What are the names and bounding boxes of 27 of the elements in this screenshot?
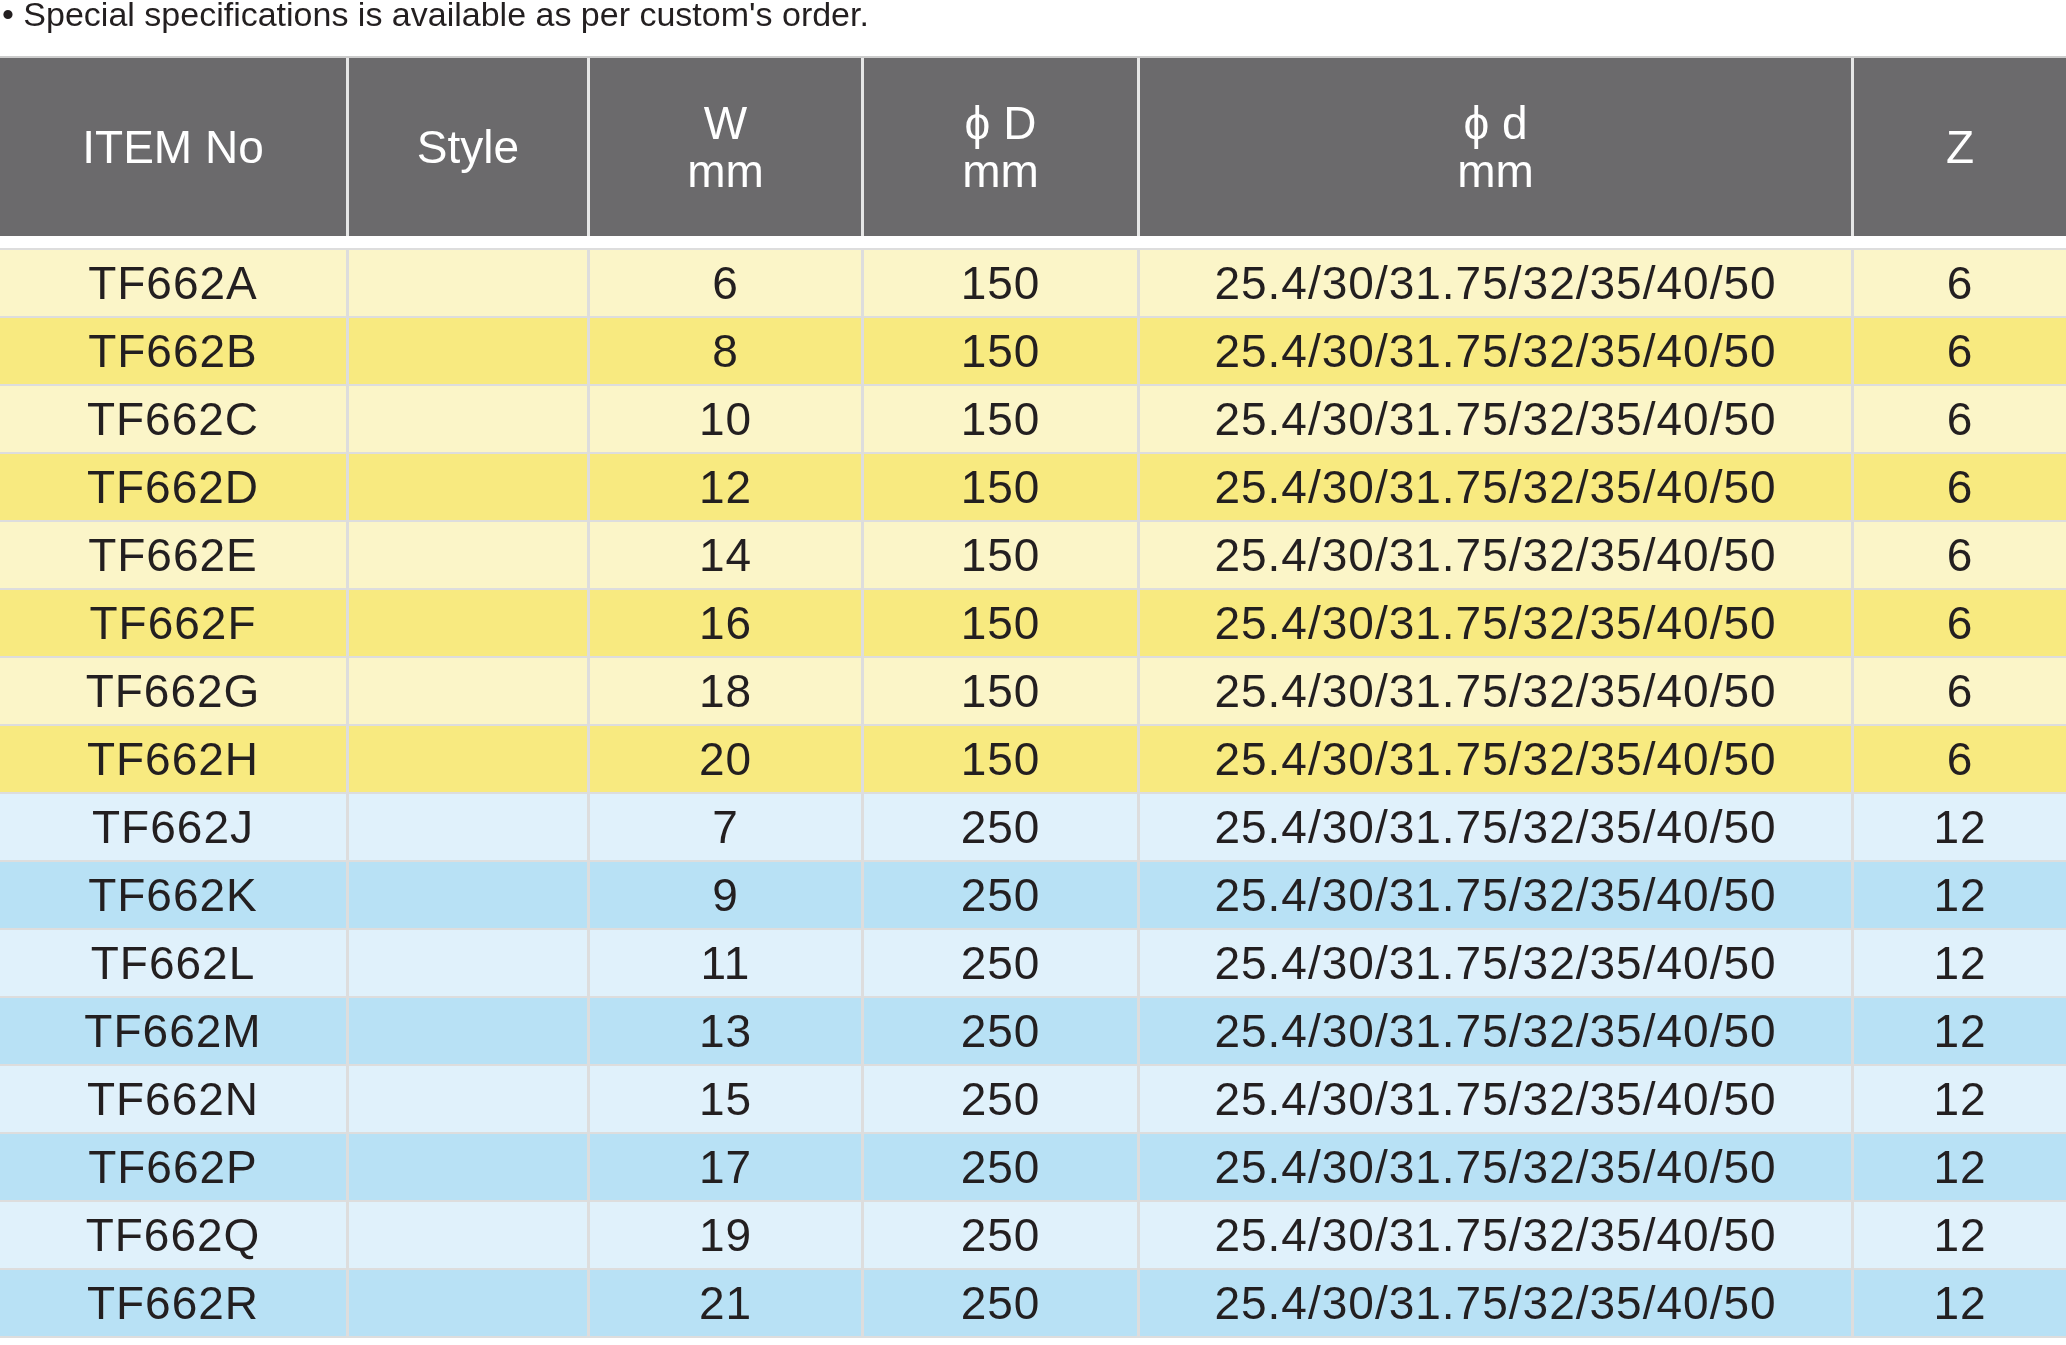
column-header: ϕ d mm (1140, 58, 1854, 236)
table-cell-text: 6 (1945, 324, 1975, 379)
table-cell-text: 12 (1932, 1072, 1988, 1127)
table-cell-text: 6 (1945, 460, 1975, 515)
table-cell-text: 12 (1932, 1140, 1988, 1195)
table-cell-text: 6 (1945, 732, 1975, 787)
table-cell-text: 12 (1932, 1208, 1988, 1263)
column-header: W mm (590, 58, 864, 236)
table-cell-text: 12 (1932, 800, 1988, 855)
table-cell: 25.4/30/31.75/32/35/40/50 (1140, 1270, 1854, 1336)
table-cell-text: 6 (1945, 392, 1975, 447)
table-cell-text: 6 (1945, 256, 1975, 311)
table-cell-text: 12 (1932, 936, 1988, 991)
table-cell-text: 6 (1945, 664, 1975, 719)
column-header: ITEM No (0, 58, 349, 236)
table-cell-text: 12 (1932, 1276, 1988, 1331)
column-header: Z (1944, 120, 1976, 175)
table-cell-text: 6 (1945, 528, 1975, 583)
table-cell: TF662R (0, 1270, 349, 1336)
table-cell: 21 (590, 1270, 864, 1336)
table-cell-text: 12 (1932, 868, 1988, 923)
table-cell: 250 (864, 1270, 1140, 1336)
note-text: • Special specifications is available as per custom's order. (1, 0, 870, 35)
column-header: ϕ D mm (864, 58, 1140, 236)
table-cell-text: 12 (1932, 1004, 1988, 1059)
column-header: Style (349, 58, 590, 236)
table-cell-text: 6 (1945, 596, 1975, 651)
